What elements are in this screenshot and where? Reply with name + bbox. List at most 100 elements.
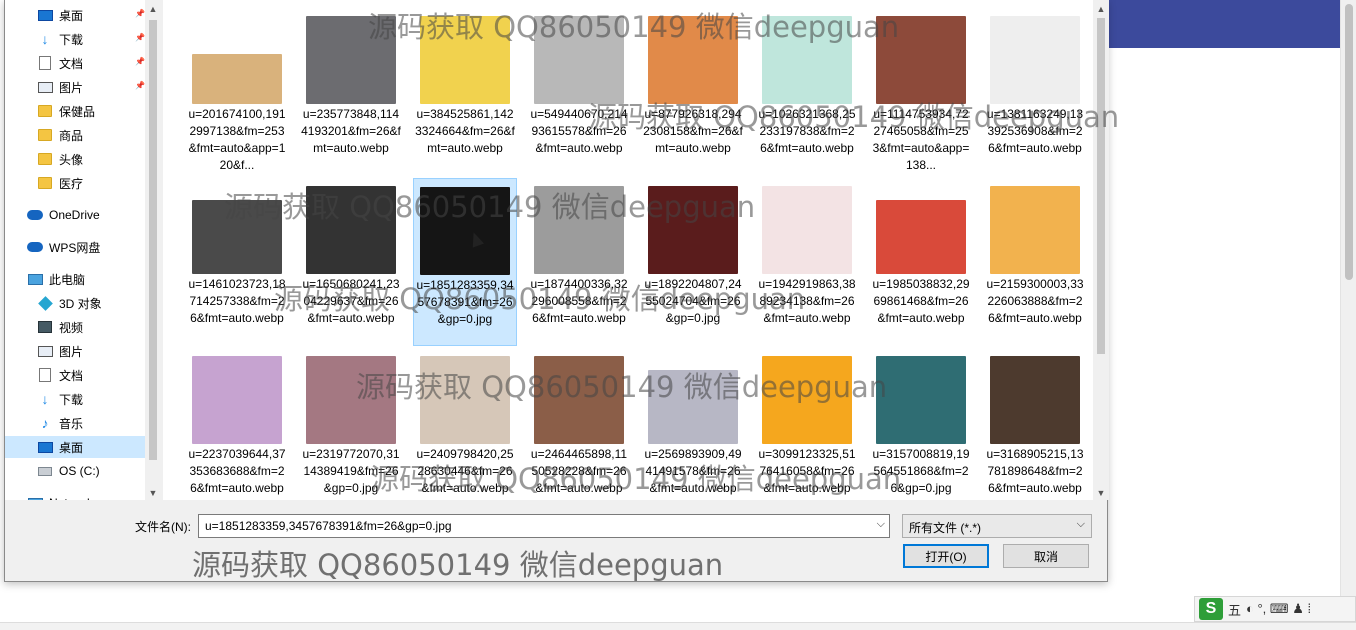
watermark: 源码获取 QQ86050149 微信deepguan: [370, 462, 902, 496]
file-name-label[interactable]: u=384525861,1423324664&fm=26&fmt=auto.we…: [415, 106, 515, 157]
wps-cloud-icon: [27, 240, 43, 254]
sidebar-item[interactable]: 视频: [5, 316, 145, 338]
sidebar-item-label: 商品: [59, 128, 84, 143]
file-item[interactable]: u=1942919863,3889234138&fm=26&fmt=auto.w…: [755, 178, 859, 346]
sidebar-item[interactable]: 头像: [5, 148, 145, 170]
ime-mode-label[interactable]: 五: [1228, 600, 1241, 619]
sidebar-item-label: Network: [49, 496, 93, 500]
file-grid-scrollbar-thumb[interactable]: [1097, 18, 1105, 354]
sidebar-item[interactable]: 桌面: [5, 436, 145, 458]
filename-value[interactable]: u=1851283359,3457678391&fm=26&gp=0.jpg: [205, 519, 452, 533]
filetype-select[interactable]: 所有文件 (*.*) ⌵: [902, 514, 1092, 538]
file-name-label[interactable]: u=1461023723,18714257338&fm=26&fmt=auto.…: [187, 276, 287, 327]
folder-icon: [37, 104, 53, 118]
music-icon: ♪: [41, 415, 49, 431]
sogou-ime-icon[interactable]: S: [1199, 598, 1223, 620]
sidebar-item[interactable]: 图片 📌: [5, 76, 145, 98]
sidebar-item[interactable]: ↓ 下载 📌: [5, 28, 145, 50]
sidebar-item-label: 文档: [59, 56, 84, 71]
sidebar-item-label: 头像: [59, 152, 84, 167]
file-item[interactable]: u=1985038832,2969861468&fm=26&fmt=auto.w…: [869, 178, 973, 346]
sidebar-item[interactable]: OneDrive: [5, 204, 145, 226]
navigation-scrollbar-thumb[interactable]: [149, 20, 157, 460]
scroll-up-icon[interactable]: ▲: [148, 4, 158, 14]
desktop-icon: [37, 440, 53, 454]
sidebar-item-label: 此电脑: [49, 272, 86, 287]
open-button[interactable]: 打开(O): [903, 544, 989, 568]
watermark: 源码获取 QQ86050149 微信deepguan: [192, 548, 724, 582]
file-name-label[interactable]: u=201674100,1912997138&fm=253&fmt=auto&a…: [187, 106, 287, 174]
file-thumbnail[interactable]: [876, 356, 966, 444]
navigation-pane: 桌面 📌 ↓ 下载 📌 文档 📌 图片 📌 保健品 商品 头像 医疗 OneDrive WPS网盘 此电脑 3D…: [5, 0, 161, 500]
sidebar-item[interactable]: WPS网盘: [5, 236, 145, 258]
background-scrollbar[interactable]: [1340, 0, 1356, 600]
video-icon: [37, 320, 53, 334]
file-grid-scrollbar[interactable]: ▲ ▼: [1093, 0, 1109, 500]
file-item[interactable]: u=201674100,1912997138&fm=253&fmt=auto&a…: [185, 8, 289, 176]
pin-icon: 📌: [135, 9, 145, 18]
folder-icon: [37, 176, 53, 190]
this-pc-icon: [27, 272, 43, 286]
sidebar-item[interactable]: Network: [5, 492, 145, 500]
file-item[interactable]: u=3168905215,13781898648&fm=26&fmt=auto.…: [983, 348, 1087, 500]
chevron-down-icon[interactable]: ⌵: [1077, 518, 1085, 531]
file-thumbnail[interactable]: [192, 356, 282, 444]
filetype-value[interactable]: 所有文件 (*.*): [909, 521, 981, 535]
watermark: 源码获取 QQ86050149 微信deepguan: [588, 100, 1120, 134]
sidebar-item[interactable]: 3D 对象: [5, 292, 145, 314]
file-name-label[interactable]: u=1985038832,2969861468&fm=26&fmt=auto.w…: [871, 276, 971, 327]
pictures-icon: [37, 80, 53, 94]
file-thumbnail[interactable]: [990, 186, 1080, 274]
sidebar-item-label: 桌面: [59, 440, 84, 455]
download-icon: ↓: [41, 391, 49, 407]
drive-icon: [37, 464, 53, 478]
cancel-button[interactable]: 取消: [1003, 544, 1089, 568]
file-item[interactable]: u=1381163249,13392536908&fm=26&fmt=auto.…: [983, 8, 1087, 176]
filename-label: 文件名(N):: [135, 520, 191, 534]
sidebar-item[interactable]: 图片: [5, 340, 145, 362]
sidebar-item[interactable]: 医疗: [5, 172, 145, 194]
sidebar-item[interactable]: ↓ 下载: [5, 388, 145, 410]
watermark: 源码获取 QQ86050149 微信deepguan: [224, 190, 756, 224]
sidebar-item[interactable]: 此电脑: [5, 268, 145, 290]
sidebar-item[interactable]: ♪ 音乐: [5, 412, 145, 434]
sidebar-item[interactable]: 文档: [5, 364, 145, 386]
watermark: 源码获取 QQ86050149 微信deepguan: [368, 10, 900, 44]
file-thumbnail-frame: [983, 8, 1087, 104]
file-name-label[interactable]: u=2237039644,37353683688&fm=26&fmt=auto.…: [187, 446, 287, 497]
sidebar-item[interactable]: OS (C:): [5, 460, 145, 482]
filename-input[interactable]: u=1851283359,3457678391&fm=26&gp=0.jpg ⌵: [198, 514, 890, 538]
pictures-icon: [37, 344, 53, 358]
file-thumbnail-frame: [869, 178, 973, 274]
scroll-down-icon[interactable]: ▼: [1096, 488, 1106, 498]
file-name-label[interactable]: u=3168905215,13781898648&fm=26&fmt=auto.…: [985, 446, 1085, 497]
ime-symbols[interactable]: ◐ °, ⌨ ♟ ⁞: [1246, 601, 1311, 617]
file-thumbnail[interactable]: [990, 356, 1080, 444]
file-thumbnail[interactable]: [192, 54, 282, 104]
chevron-down-icon[interactable]: ⌵: [877, 518, 885, 531]
file-thumbnail[interactable]: [876, 200, 966, 274]
scroll-down-icon[interactable]: ▼: [148, 488, 158, 498]
file-item[interactable]: u=2237039644,37353683688&fm=26&fmt=auto.…: [185, 348, 289, 500]
sidebar-item-label: 医疗: [59, 176, 84, 191]
file-name-label[interactable]: u=235773848,1144193201&fm=26&fmt=auto.we…: [301, 106, 401, 157]
background-scrollbar-thumb[interactable]: [1345, 4, 1353, 280]
sidebar-item-label: 下载: [59, 392, 84, 407]
sidebar-item[interactable]: 商品: [5, 124, 145, 146]
sidebar-item-label: OS (C:): [59, 464, 100, 478]
file-name-label[interactable]: u=2159300003,33226063888&fm=26&fmt=auto.…: [985, 276, 1085, 327]
file-item[interactable]: u=2159300003,33226063888&fm=26&fmt=auto.…: [983, 178, 1087, 346]
scroll-up-icon[interactable]: ▲: [1096, 4, 1106, 14]
navigation-scrollbar[interactable]: ▲ ▼: [145, 0, 161, 500]
sidebar-item-label: 下载: [59, 32, 84, 47]
file-thumbnail[interactable]: [990, 16, 1080, 104]
sidebar-item-label: WPS网盘: [49, 240, 101, 255]
pin-icon: 📌: [135, 81, 145, 90]
sidebar-item[interactable]: 文档 📌: [5, 52, 145, 74]
file-thumbnail[interactable]: [762, 186, 852, 274]
sidebar-item-label: 图片: [59, 344, 84, 359]
pin-icon: 📌: [135, 33, 145, 42]
sidebar-item[interactable]: 桌面 📌: [5, 4, 145, 26]
folder-icon: [37, 152, 53, 166]
sidebar-item[interactable]: 保健品: [5, 100, 145, 122]
